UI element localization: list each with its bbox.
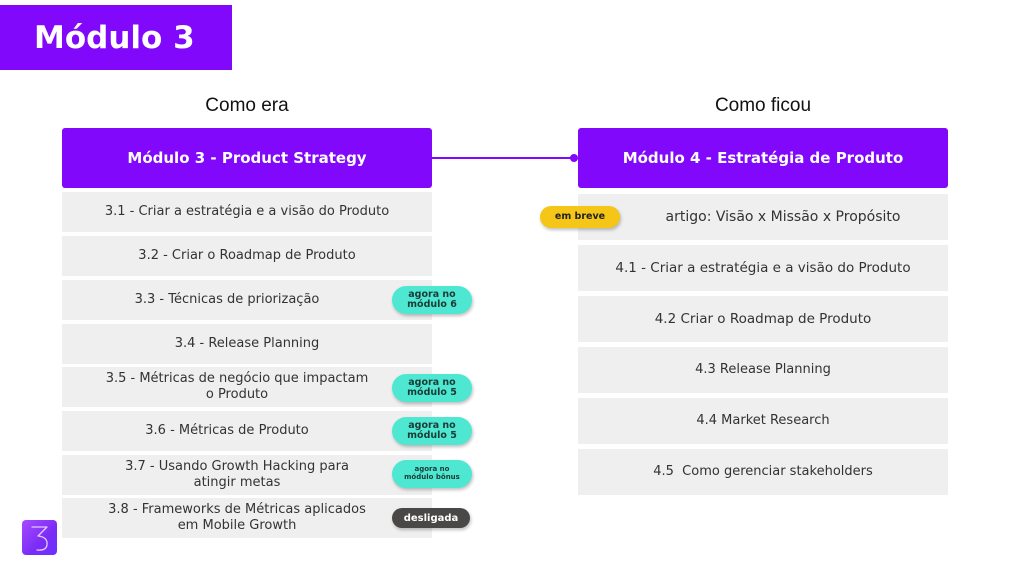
lesson-item: 3.1 - Criar a estratégia e a visão do Pr… (62, 192, 432, 232)
lesson-item: 4.3 Release Planning (578, 347, 948, 393)
lesson-item: 3.3 - Técnicas de priorização (62, 280, 432, 320)
moved-to-module-5-badge: agora no módulo 5 (392, 417, 472, 445)
lesson-item: 4.2 Criar o Roadmap de Produto (578, 296, 948, 342)
number-3-logo-icon (22, 520, 57, 555)
lesson-item: 4.1 - Criar a estratégia e a visão do Pr… (578, 245, 948, 291)
lesson-item: 3.5 - Métricas de negócio que impactam o… (62, 367, 432, 407)
discontinued-badge: desligada (392, 508, 470, 528)
slide-title: Módulo 3 (0, 5, 232, 70)
lesson-item: 4.4 Market Research (578, 398, 948, 444)
lesson-item: 3.7 - Usando Growth Hacking para atingir… (62, 455, 432, 495)
badge-line: módulo 5 (407, 387, 457, 398)
coming-soon-badge: em breve (540, 206, 620, 228)
badge-line: módulo 6 (407, 299, 457, 310)
lesson-item: 3.8 - Frameworks de Métricas aplicados e… (62, 498, 432, 538)
lesson-item: 3.2 - Criar o Roadmap de Produto (62, 236, 432, 276)
lesson-item: 3.4 - Release Planning (62, 324, 432, 364)
moved-to-bonus-module-badge: agora no módulo bônus (392, 460, 472, 488)
lesson-item: 3.6 - Métricas de Produto (62, 411, 432, 451)
column-heading-after: Como ficou (714, 95, 812, 116)
module-header-new: Módulo 4 - Estratégia de Produto (578, 128, 948, 188)
lesson-item: artigo: Visão x Missão x Propósito (578, 194, 948, 240)
lesson-item: 4.5 Como gerenciar stakeholders (578, 449, 948, 495)
badge-line: módulo 5 (407, 430, 457, 441)
module-header-old: Módulo 3 - Product Strategy (62, 128, 432, 188)
column-heading-before: Como era (205, 95, 289, 116)
connector-dot (570, 154, 578, 162)
moved-to-module-6-badge: agora no módulo 6 (392, 286, 472, 314)
badge-line: módulo bônus (404, 473, 460, 481)
logo-glyph (30, 525, 48, 551)
moved-to-module-5-badge: agora no módulo 5 (392, 374, 472, 402)
connector-line (432, 157, 574, 159)
